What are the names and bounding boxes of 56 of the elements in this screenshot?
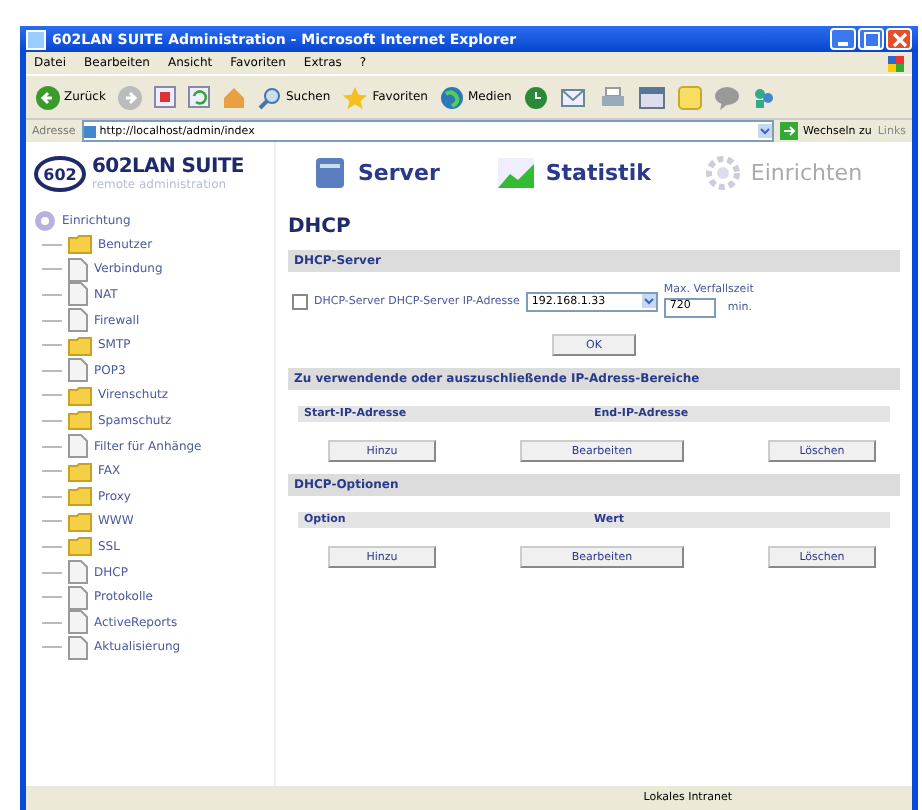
refresh-icon	[187, 86, 210, 108]
logo-name: 602LAN SUITE	[92, 156, 244, 178]
folder-icon	[68, 536, 92, 557]
minimize-icon	[838, 42, 848, 46]
nav-tab[interactable]: Server	[312, 155, 440, 189]
logo-mark: 602	[34, 156, 86, 192]
document-icon	[68, 257, 88, 282]
envelope-icon	[559, 85, 588, 109]
document-icon	[68, 585, 88, 610]
windows-logo-icon	[888, 55, 904, 71]
document-edit-icon	[637, 85, 666, 109]
people-icon	[751, 85, 776, 109]
maximize-button[interactable]	[858, 28, 884, 50]
note-icon	[677, 85, 702, 109]
document-icon	[68, 434, 88, 459]
back-arrow-icon	[36, 85, 60, 109]
document-icon	[68, 358, 88, 383]
stop-icon	[153, 86, 176, 108]
folder-icon	[68, 335, 92, 356]
folder-icon	[68, 511, 92, 532]
browser-icon	[26, 29, 46, 49]
dropdown-arrow-icon	[641, 294, 656, 308]
close-icon	[891, 31, 907, 47]
document-icon	[68, 308, 88, 333]
edit-button[interactable]	[633, 85, 670, 109]
forward-button[interactable]	[113, 85, 146, 109]
folder-icon	[68, 410, 92, 431]
house-icon	[221, 86, 246, 108]
search-icon	[257, 85, 282, 109]
history-button[interactable]	[519, 85, 552, 109]
page-title: DHCP	[288, 216, 353, 238]
globe-icon	[439, 85, 464, 109]
nav-tab[interactable]: Statistik	[495, 155, 651, 189]
document-icon	[68, 560, 88, 585]
messenger-button[interactable]	[709, 85, 744, 109]
folder-icon	[68, 234, 92, 255]
folder-icon	[68, 385, 92, 406]
stop-button[interactable]	[149, 86, 180, 108]
dropdown-arrow-icon	[758, 124, 773, 138]
checkbox[interactable]	[292, 293, 308, 309]
folder-icon	[68, 461, 92, 482]
clock-icon	[523, 85, 548, 109]
chart-icon	[495, 155, 536, 189]
document-icon	[68, 635, 88, 660]
printer-icon	[599, 85, 626, 109]
star-icon	[342, 85, 369, 109]
refresh-button[interactable]	[183, 86, 214, 108]
minimize-button[interactable]	[830, 28, 856, 50]
close-button[interactable]	[886, 28, 912, 50]
document-icon	[68, 282, 88, 307]
note-button[interactable]	[673, 85, 706, 109]
maximize-icon	[863, 31, 879, 47]
folder-icon	[68, 486, 92, 507]
speech-bubble-icon	[713, 85, 740, 109]
document-icon	[68, 610, 88, 635]
server-icon	[312, 155, 348, 189]
